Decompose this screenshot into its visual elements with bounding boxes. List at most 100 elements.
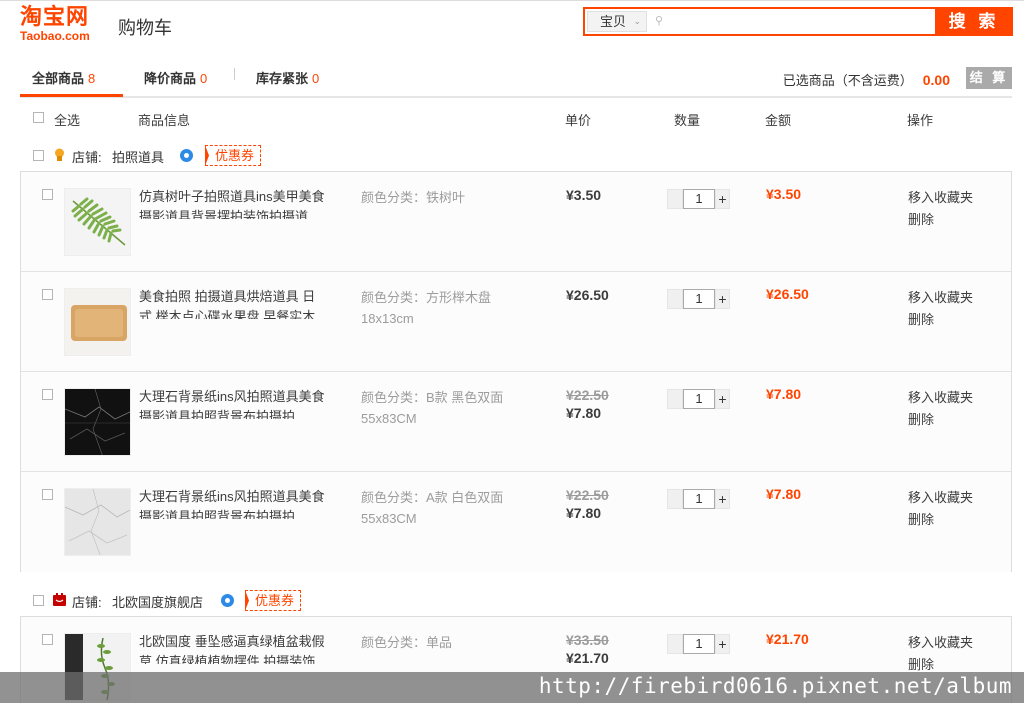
current-price: ¥21.70 bbox=[566, 650, 609, 666]
item-thumbnail[interactable] bbox=[64, 188, 131, 256]
chevron-down-icon: ⌄ bbox=[633, 16, 641, 26]
decrease-button[interactable] bbox=[667, 189, 683, 209]
checkout-button[interactable]: 结 算 bbox=[966, 67, 1012, 89]
shop-checkbox[interactable] bbox=[33, 595, 44, 606]
current-price: ¥7.80 bbox=[566, 405, 602, 421]
quantity-input[interactable]: 1 bbox=[683, 634, 715, 654]
quantity-input[interactable]: 1 bbox=[683, 389, 715, 409]
item-spec: 颜色分类：铁树叶 bbox=[361, 187, 541, 208]
increase-button[interactable]: + bbox=[715, 389, 730, 409]
tab-label: 全部商品 bbox=[32, 71, 85, 86]
item-title-link[interactable]: 美食拍照 拍摄道具烘焙道具 日式 榉木点心碟水果盘 早餐实木 bbox=[139, 287, 327, 319]
tab-label: 库存紧张 bbox=[256, 71, 309, 86]
spec-line: 18x13cm bbox=[361, 311, 414, 326]
select-all-label[interactable]: 全选 bbox=[54, 110, 80, 129]
search-icon: ⚲ bbox=[655, 15, 664, 27]
item-amount: ¥7.80 bbox=[766, 486, 802, 502]
search-category-label: 宝贝 bbox=[600, 14, 627, 29]
wangwang-chat-icon[interactable] bbox=[180, 149, 193, 162]
item-title-link[interactable]: 北欧国度 垂坠感逼真绿植盆栽假草 仿真绿植植物摆件 拍摄装饰 bbox=[139, 632, 327, 664]
decrease-button[interactable] bbox=[667, 634, 683, 654]
quantity-input[interactable]: 1 bbox=[683, 189, 715, 209]
tab-count: 0 bbox=[200, 71, 208, 86]
decrease-button[interactable] bbox=[667, 289, 683, 309]
delete-link[interactable]: 删除 bbox=[908, 409, 973, 431]
tab-low-stock[interactable]: 库存紧张 0 bbox=[256, 68, 319, 87]
coupon-button[interactable]: 优惠券 bbox=[205, 145, 262, 166]
item-checkbox[interactable] bbox=[42, 189, 53, 200]
decrease-button[interactable] bbox=[667, 489, 683, 509]
item-amount: ¥3.50 bbox=[766, 186, 802, 202]
item-checkbox[interactable] bbox=[42, 634, 53, 645]
delete-link[interactable]: 删除 bbox=[908, 309, 973, 331]
wangwang-chat-icon[interactable] bbox=[221, 594, 234, 607]
move-to-favorites-link[interactable]: 移入收藏夹 bbox=[908, 187, 973, 209]
item-title-link[interactable]: 大理石背景纸ins风拍照道具美食摄影道具拍照背景布拍摄拍 bbox=[139, 387, 327, 419]
move-to-favorites-link[interactable]: 移入收藏夹 bbox=[908, 287, 973, 309]
decrease-button[interactable] bbox=[667, 389, 683, 409]
item-thumbnail[interactable] bbox=[64, 488, 131, 556]
logo-sub-text: Taobao.com bbox=[20, 29, 90, 43]
tab-price-drop[interactable]: 降价商品 0 bbox=[144, 68, 207, 87]
quantity-input[interactable]: 1 bbox=[683, 289, 715, 309]
item-spec: 颜色分类：方形榉木盘 18x13cm bbox=[361, 287, 541, 329]
shop-header: 店铺: 北欧国度旗舰店 优惠券 bbox=[20, 590, 1012, 616]
select-all-checkbox[interactable] bbox=[33, 112, 44, 123]
increase-button[interactable]: + bbox=[715, 289, 730, 309]
column-header: 全选 商品信息 单价 数量 金额 操作 bbox=[20, 104, 1012, 134]
cart-item: 大理石背景纸ins风拍照道具美食摄影道具拍照背景布拍摄拍 颜色分类：A款 白色双… bbox=[21, 472, 1011, 572]
delete-link[interactable]: 删除 bbox=[908, 209, 973, 231]
spec-line: 颜色分类：铁树叶 bbox=[361, 190, 466, 205]
col-actions: 操作 bbox=[907, 113, 934, 128]
search-input[interactable] bbox=[669, 11, 929, 32]
shop-header: 店铺: 拍照道具 优惠券 bbox=[20, 145, 1012, 171]
item-title-link[interactable]: 仿真树叶子拍照道具ins美甲美食摄影道具背景摆拍装饰拍摄道 bbox=[139, 187, 327, 219]
shop-name-prefix: 店铺: bbox=[72, 150, 102, 165]
item-thumbnail[interactable] bbox=[64, 388, 131, 456]
tab-count: 0 bbox=[312, 71, 320, 86]
shop-name-link[interactable]: 拍照道具 bbox=[112, 147, 164, 166]
taobao-logo[interactable]: 淘宝网 Taobao.com bbox=[20, 5, 115, 43]
unit-price: ¥22.50 ¥7.80 bbox=[566, 486, 609, 522]
move-to-favorites-link[interactable]: 移入收藏夹 bbox=[908, 632, 973, 654]
item-checkbox[interactable] bbox=[42, 489, 53, 500]
item-actions: 移入收藏夹 删除 bbox=[908, 287, 973, 331]
watermark-bar: http://firebird0616.pixnet.net/album bbox=[0, 672, 1024, 703]
item-checkbox[interactable] bbox=[42, 289, 53, 300]
increase-button[interactable]: + bbox=[715, 489, 730, 509]
move-to-favorites-link[interactable]: 移入收藏夹 bbox=[908, 387, 973, 409]
search-button[interactable]: 搜 索 bbox=[935, 7, 1013, 36]
spec-line: 55x83CM bbox=[361, 511, 417, 526]
coupon-button[interactable]: 优惠券 bbox=[245, 590, 302, 611]
search-category-select[interactable]: 宝贝 ⌄ bbox=[587, 11, 647, 32]
item-spec: 颜色分类：单品 bbox=[361, 632, 541, 653]
spec-line: 颜色分类：单品 bbox=[361, 635, 453, 650]
item-amount: ¥26.50 bbox=[766, 286, 809, 302]
col-unit-price: 单价 bbox=[565, 113, 592, 128]
cart-item: 美食拍照 拍摄道具烘焙道具 日式 榉木点心碟水果盘 早餐实木 颜色分类：方形榉木… bbox=[21, 272, 1011, 372]
cart-tabs: 全部商品 8 降价商品 0 库存紧张 0 已选商品（不含运费） 0.00 结 算 bbox=[20, 56, 1012, 98]
tab-all-items[interactable]: 全部商品 8 bbox=[32, 68, 95, 87]
current-price: ¥7.80 bbox=[566, 505, 602, 521]
item-thumbnail[interactable] bbox=[64, 288, 131, 356]
item-checkbox[interactable] bbox=[42, 389, 53, 400]
quantity-stepper: 1 + bbox=[667, 289, 730, 309]
quantity-input[interactable]: 1 bbox=[683, 489, 715, 509]
shop-checkbox[interactable] bbox=[33, 150, 44, 161]
quantity-stepper: 1 + bbox=[667, 389, 730, 409]
spec-line: 55x83CM bbox=[361, 411, 417, 426]
item-actions: 移入收藏夹 删除 bbox=[908, 632, 973, 676]
item-amount: ¥7.80 bbox=[766, 386, 802, 402]
logo-main-text: 淘宝网 bbox=[20, 4, 90, 29]
item-actions: 移入收藏夹 删除 bbox=[908, 187, 973, 231]
delete-link[interactable]: 删除 bbox=[908, 509, 973, 531]
quantity-stepper: 1 + bbox=[667, 189, 730, 209]
selected-summary: 已选商品（不含运费） 0.00 bbox=[783, 70, 950, 89]
increase-button[interactable]: + bbox=[715, 189, 730, 209]
cart-item: 仿真树叶子拍照道具ins美甲美食摄影道具背景摆拍装饰拍摄道 颜色分类：铁树叶 ¥… bbox=[21, 172, 1011, 272]
item-title-link[interactable]: 大理石背景纸ins风拍照道具美食摄影道具拍照背景布拍摄拍 bbox=[139, 487, 327, 519]
move-to-favorites-link[interactable]: 移入收藏夹 bbox=[908, 487, 973, 509]
increase-button[interactable]: + bbox=[715, 634, 730, 654]
quantity-stepper: 1 + bbox=[667, 489, 730, 509]
shop-name-link[interactable]: 北欧国度旗舰店 bbox=[112, 592, 203, 611]
